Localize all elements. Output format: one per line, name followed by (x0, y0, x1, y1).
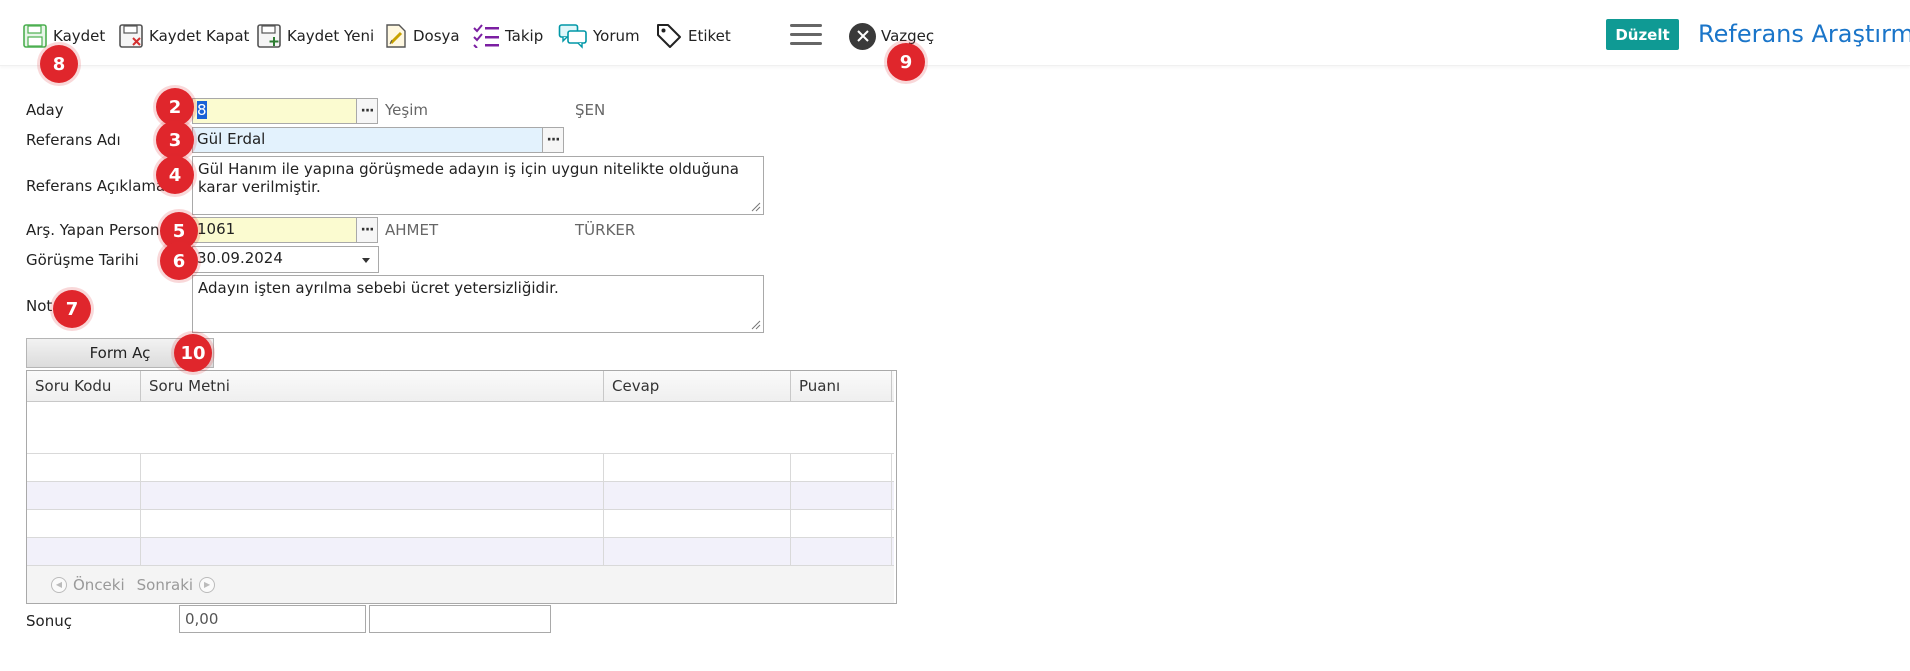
table-cell[interactable] (27, 454, 141, 481)
checklist-icon (472, 24, 500, 48)
questions-grid: Soru Kodu Soru Metni Cevap Puanı ◀ Öncek… (26, 370, 897, 604)
referans-adi-label: Referans Adı (26, 131, 121, 149)
aday-last-name: ŞEN (575, 101, 606, 119)
table-cell[interactable] (791, 482, 892, 509)
annotation-badge-9: 9 (887, 43, 925, 81)
grid-pager: ◀ Önceki Sonraki ▶ (27, 566, 894, 603)
file-button[interactable]: Dosya (384, 20, 460, 52)
sonuc-label: Sonuç (26, 612, 72, 630)
file-label: Dosya (413, 27, 460, 45)
table-cell[interactable] (27, 482, 141, 509)
table-cell[interactable] (791, 510, 892, 537)
annotation-badge-3: 3 (156, 121, 194, 159)
referans-adi-input[interactable]: Gül Erdal (192, 127, 543, 153)
previous-page-button[interactable]: ◀ Önceki (51, 576, 125, 594)
save-new-button[interactable]: Kaydet Yeni (256, 20, 374, 52)
not-textarea[interactable]: Adayın işten ayrılma sebebi ücret yeters… (192, 275, 764, 333)
toolbar: Kaydet Kaydet Kapat Kaydet Yeni Dosya Ta… (0, 0, 1910, 66)
gorusme-tarihi-label: Görüşme Tarihi (26, 251, 139, 269)
tag-label: Etiket (688, 27, 731, 45)
aday-lookup-button[interactable]: ··· (356, 98, 378, 124)
close-icon (849, 22, 876, 50)
gorusme-tarihi-date-picker[interactable]: 30.09.2024 (192, 246, 379, 273)
column-header-soru-kodu[interactable]: Soru Kodu (27, 371, 141, 401)
aday-label: Aday (26, 101, 64, 119)
annotation-badge-4: 4 (156, 156, 194, 194)
referans-aciklama-textarea[interactable]: Gül Hanım ile yapına görüşmede adayın iş… (192, 156, 764, 215)
chevron-right-icon: ▶ (199, 576, 216, 593)
tag-button[interactable]: Etiket (655, 20, 731, 52)
page-title: Referans Araştırması (1698, 20, 1910, 48)
next-page-label: Sonraki (136, 575, 194, 594)
ars-yapan-personel-label: Arş. Yapan Personel (26, 221, 173, 239)
sonuc-input[interactable]: 0,00 (179, 605, 366, 633)
table-cell[interactable] (791, 538, 892, 565)
referans-adi-lookup-button[interactable]: ··· (542, 127, 564, 153)
referans-aciklama-label: Referans Açıklama (26, 177, 166, 195)
table-cell[interactable] (604, 454, 791, 481)
sonuc-extra-input[interactable] (369, 605, 551, 633)
aday-first-name: Yeşim (385, 101, 428, 119)
table-cell[interactable] (604, 538, 791, 565)
table-cell[interactable] (604, 510, 791, 537)
cancel-button[interactable]: Vazgeç (849, 20, 934, 52)
aday-value: 8 (197, 101, 207, 119)
annotation-badge-10: 10 (174, 334, 212, 372)
chevron-left-icon: ◀ (51, 576, 67, 593)
ars-yapan-personel-input[interactable]: 1061 (192, 217, 357, 243)
table-cell[interactable] (141, 454, 604, 481)
next-page-button[interactable]: Sonraki ▶ (136, 575, 216, 594)
personel-first-name: AHMET (385, 221, 439, 239)
table-cell[interactable] (791, 454, 892, 481)
personel-last-name: TÜRKER (575, 221, 636, 239)
aday-input[interactable]: 8 (192, 98, 357, 124)
previous-page-label: Önceki (73, 575, 125, 594)
table-cell[interactable] (27, 538, 141, 565)
column-header-soru-metni[interactable]: Soru Metni (141, 371, 604, 401)
save-new-label: Kaydet Yeni (287, 27, 375, 45)
column-header-cevap[interactable]: Cevap (604, 371, 791, 401)
save-label: Kaydet (53, 27, 106, 45)
grid-empty-row (27, 402, 894, 454)
table-row[interactable] (27, 510, 894, 538)
comment-icon (558, 23, 588, 49)
not-value: Adayın işten ayrılma sebebi ücret yeters… (198, 279, 559, 297)
not-label: Not (26, 297, 53, 315)
comment-button[interactable]: Yorum (558, 20, 640, 52)
table-cell[interactable] (27, 510, 141, 537)
table-cell[interactable] (141, 510, 604, 537)
grid-header: Soru Kodu Soru Metni Cevap Puanı (27, 371, 894, 402)
table-row[interactable] (27, 538, 894, 566)
personel-lookup-button[interactable]: ··· (356, 217, 378, 243)
annotation-badge-6: 6 (160, 242, 198, 280)
table-cell[interactable] (604, 482, 791, 509)
table-row[interactable] (27, 482, 894, 510)
save-close-button[interactable]: Kaydet Kapat (118, 20, 249, 52)
table-cell[interactable] (141, 482, 604, 509)
follow-label: Takip (505, 27, 544, 45)
save-close-label: Kaydet Kapat (149, 27, 250, 45)
chevron-down-icon (362, 258, 370, 263)
gorusme-tarihi-value: 30.09.2024 (197, 249, 283, 267)
annotation-badge-7: 7 (53, 290, 91, 328)
tag-icon (655, 22, 683, 50)
referans-aciklama-value: Gül Hanım ile yapına görüşmede adayın iş… (198, 160, 739, 196)
follow-button[interactable]: Takip (472, 20, 543, 52)
comment-label: Yorum (593, 27, 640, 45)
edit-button[interactable]: Düzelt (1606, 19, 1679, 50)
save-close-icon (118, 23, 144, 49)
annotation-badge-8: 8 (40, 45, 78, 83)
table-cell[interactable] (141, 538, 604, 565)
column-header-puani[interactable]: Puanı (791, 371, 892, 401)
save-icon (22, 23, 48, 49)
file-icon (384, 23, 408, 49)
menu-hamburger-icon[interactable] (790, 24, 822, 48)
save-new-icon (256, 23, 282, 49)
resize-grip-icon[interactable] (751, 320, 761, 330)
table-row[interactable] (27, 454, 894, 482)
resize-grip-icon[interactable] (751, 202, 761, 212)
